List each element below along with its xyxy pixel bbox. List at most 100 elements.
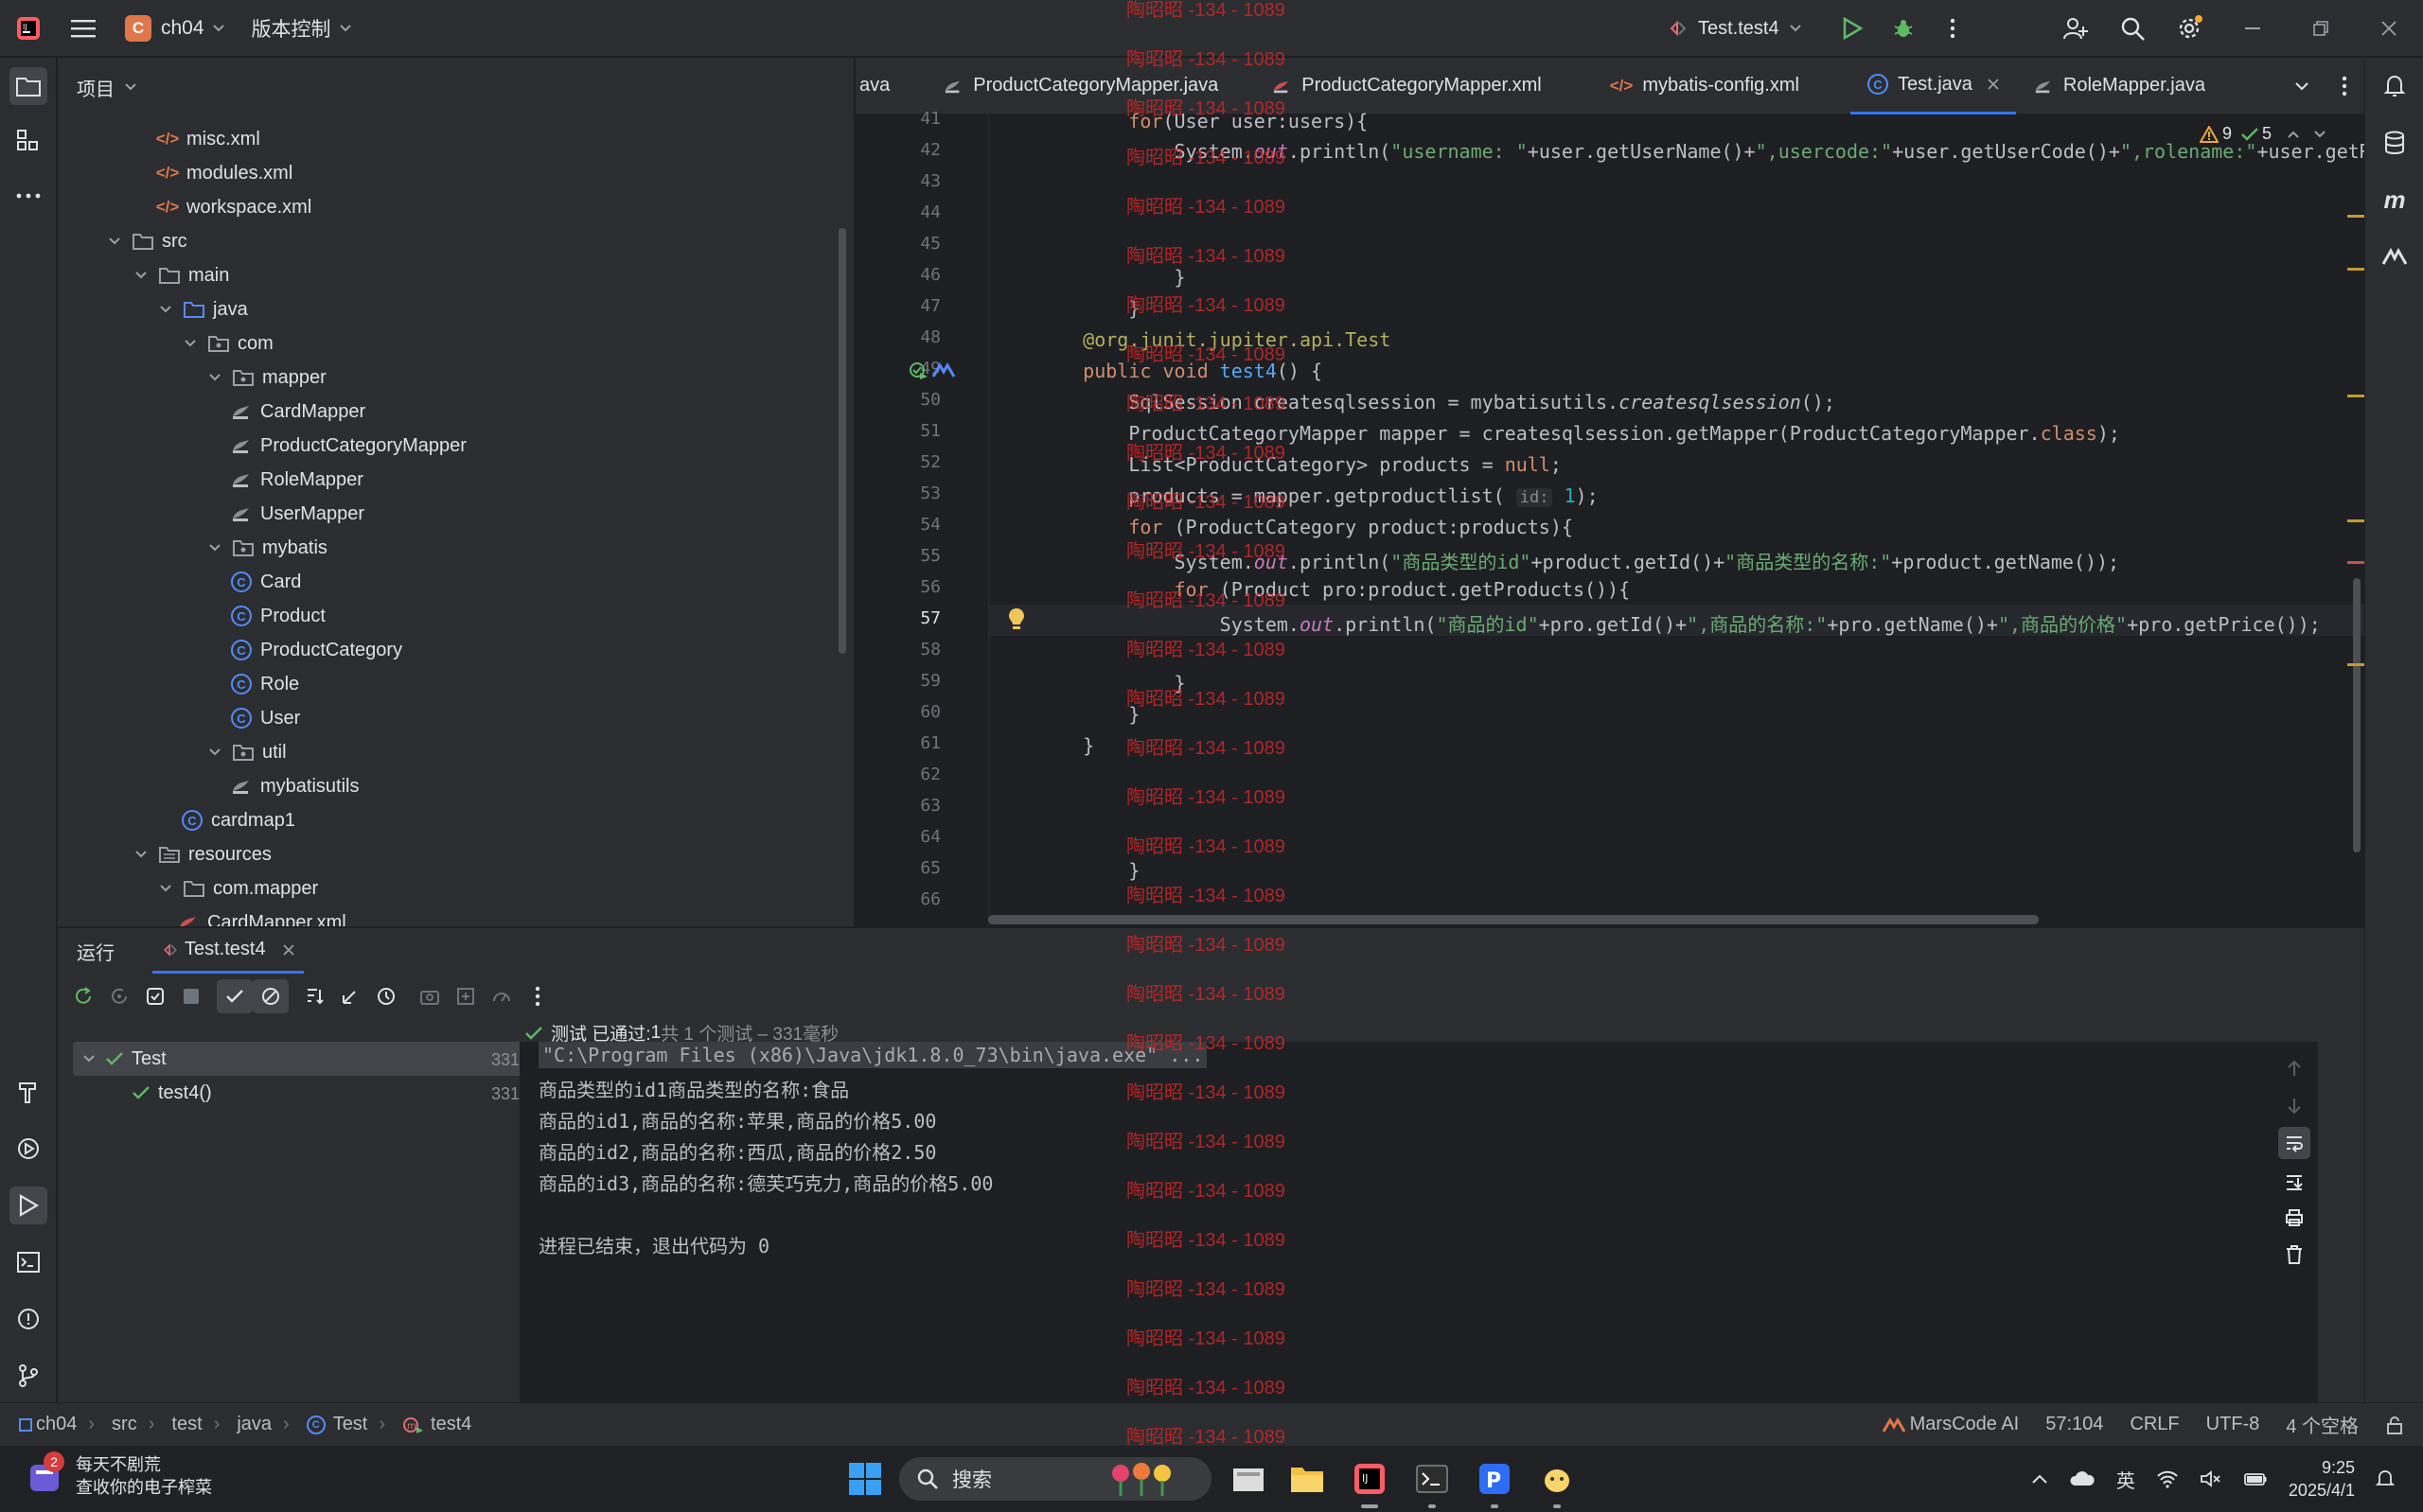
chevron-down-icon[interactable] bbox=[205, 543, 224, 553]
soft-wrap-icon[interactable] bbox=[2278, 1127, 2310, 1159]
editor-tab-test-java[interactable]: C Test.java bbox=[1849, 58, 2016, 114]
main-menu-icon[interactable] bbox=[57, 0, 110, 57]
test-method-row[interactable]: test4() 331毫秒 bbox=[73, 1076, 561, 1110]
lock-icon[interactable] bbox=[2385, 1415, 2404, 1434]
line-ending[interactable]: CRLF bbox=[2130, 1414, 2179, 1435]
show-ignored-icon[interactable] bbox=[253, 979, 289, 1013]
caret-position[interactable]: 57:104 bbox=[2045, 1414, 2103, 1435]
code-line-65[interactable]: } bbox=[1037, 859, 1140, 882]
run-test-gutter-icon[interactable] bbox=[909, 360, 929, 380]
code-line-46[interactable]: } bbox=[1037, 266, 1185, 289]
code-line-49[interactable]: public void test4() { bbox=[1037, 360, 1322, 382]
tabs-more-icon[interactable] bbox=[2342, 58, 2347, 114]
toggle-auto-test-icon[interactable] bbox=[137, 979, 173, 1013]
show-passed-icon[interactable] bbox=[217, 979, 253, 1013]
more-actions-icon[interactable] bbox=[1929, 0, 1976, 57]
tree-item-mybatisutils[interactable]: mybatisutils bbox=[230, 769, 359, 803]
test-history-icon[interactable] bbox=[368, 979, 404, 1013]
windows-start-icon[interactable] bbox=[843, 1457, 887, 1501]
coverage-icon[interactable] bbox=[484, 979, 520, 1013]
stop-icon[interactable] bbox=[173, 979, 209, 1013]
tree-item-mybatis[interactable]: mybatis bbox=[205, 531, 327, 565]
tree-item-workspace-xml[interactable]: </> workspace.xml bbox=[156, 190, 312, 224]
tree-item-cardmapper-xml[interactable]: CardMapper.xml bbox=[177, 905, 346, 926]
chevron-down-icon[interactable] bbox=[181, 339, 200, 348]
tree-item-productcategorymapper[interactable]: ProductCategoryMapper bbox=[230, 429, 467, 463]
code-line-50[interactable]: SqlSession createsqlsession = mybatisuti… bbox=[1037, 391, 1835, 413]
close-tab-icon[interactable] bbox=[283, 943, 294, 956]
code-line-48[interactable]: @org.junit.jupiter.api.Test bbox=[1037, 328, 1390, 351]
marscode-status[interactable]: MarsCode AI bbox=[1882, 1414, 2019, 1435]
file-explorer-app-icon[interactable] bbox=[1227, 1457, 1270, 1501]
sort-alpha-icon[interactable] bbox=[296, 979, 332, 1013]
test-suite-row[interactable]: Test 331毫秒 bbox=[73, 1042, 561, 1076]
rerun-icon[interactable] bbox=[65, 979, 101, 1013]
breadcrumb-class[interactable]: C Test bbox=[306, 1414, 367, 1435]
warning-marker[interactable] bbox=[2347, 215, 2364, 218]
chevron-down-icon[interactable] bbox=[205, 747, 224, 757]
settings-icon[interactable] bbox=[2166, 0, 2213, 57]
run-tool-icon[interactable] bbox=[9, 1187, 47, 1224]
code-line-41[interactable]: for(User user:users){ bbox=[1037, 110, 1368, 132]
battery-icon[interactable] bbox=[2243, 1470, 2268, 1487]
export-icon[interactable] bbox=[448, 979, 484, 1013]
tree-item-card[interactable]: C Card bbox=[230, 565, 301, 599]
chevron-down-icon[interactable] bbox=[132, 850, 150, 859]
down-arrow-icon[interactable] bbox=[2286, 1097, 2303, 1116]
ime-indicator[interactable]: 英 bbox=[2116, 1466, 2135, 1493]
editor-vertical-scrollbar[interactable] bbox=[2353, 578, 2361, 853]
tree-item-com-mapper[interactable]: com.mapper bbox=[156, 871, 318, 905]
code-line-52[interactable]: List<ProductCategory> products = null; bbox=[1037, 453, 1562, 476]
editor-tab-ava[interactable]: ava bbox=[856, 58, 907, 114]
code-line-47[interactable]: } bbox=[1037, 297, 1140, 320]
warning-marker[interactable] bbox=[2347, 395, 2364, 397]
warning-marker[interactable] bbox=[2347, 268, 2364, 271]
folder-app-icon[interactable] bbox=[1285, 1457, 1329, 1501]
pycharm-app-icon[interactable]: P bbox=[1473, 1457, 1516, 1508]
run-configuration[interactable]: Test.test4 bbox=[1668, 0, 1976, 57]
chevron-up-icon[interactable] bbox=[2031, 1473, 2048, 1485]
breadcrumb-src[interactable]: src bbox=[112, 1414, 137, 1435]
lightbulb-icon[interactable] bbox=[1007, 607, 1026, 631]
code-line-55[interactable]: System.out.println("商品类型的id"+product.get… bbox=[1037, 547, 2119, 574]
chevron-down-icon[interactable] bbox=[156, 305, 175, 314]
tree-item-java[interactable]: java bbox=[156, 292, 248, 326]
editor-tab-productcategorymapper-xml[interactable]: ProductCategoryMapper.xml bbox=[1254, 58, 1558, 114]
tree-item-usermapper[interactable]: UserMapper bbox=[230, 497, 364, 531]
project-switcher[interactable]: C ch04 bbox=[117, 0, 233, 57]
trash-icon[interactable] bbox=[2285, 1244, 2304, 1265]
code-line-61[interactable]: } bbox=[1037, 734, 1094, 757]
code-line-54[interactable]: for (ProductCategory product:products){ bbox=[1037, 516, 1573, 538]
rerun-failed-icon[interactable] bbox=[101, 979, 137, 1013]
code-line-42[interactable]: System.out.println("username: "+user.get… bbox=[1037, 140, 2364, 163]
project-scrollbar[interactable] bbox=[839, 228, 846, 654]
problems-icon[interactable] bbox=[9, 1300, 47, 1338]
tree-item-src[interactable]: src bbox=[105, 224, 187, 258]
notifications-bell-icon[interactable] bbox=[2376, 1468, 2395, 1489]
editor-tab-mybatis-config-xml[interactable]: </> mybatis-config.xml bbox=[1593, 58, 1816, 114]
tree-item-misc-xml[interactable]: </> misc.xml bbox=[156, 122, 260, 156]
code-line-53[interactable]: products = mapper.getproductlist( id: 1)… bbox=[1037, 484, 1599, 507]
editor-tab-rolemapper-java[interactable]: RoleMapper.java bbox=[2016, 58, 2222, 114]
close-icon[interactable] bbox=[2355, 0, 2423, 57]
marscode-gutter-icon[interactable] bbox=[931, 361, 956, 378]
project-folder-icon[interactable] bbox=[9, 67, 47, 105]
chevron-down-icon[interactable] bbox=[105, 237, 124, 246]
tree-item-role[interactable]: C Role bbox=[230, 667, 299, 701]
up-arrow-icon[interactable] bbox=[2286, 1059, 2303, 1078]
maven-icon[interactable]: m bbox=[2376, 181, 2414, 219]
screenshot-icon[interactable] bbox=[412, 979, 448, 1013]
tree-item-mapper[interactable]: mapper bbox=[205, 360, 327, 395]
warning-marker[interactable] bbox=[2347, 663, 2364, 666]
tree-item-product[interactable]: C Product bbox=[230, 599, 326, 633]
editor-tab-productcategorymapper-java[interactable]: ProductCategoryMapper.java bbox=[926, 58, 1235, 114]
marscode-icon[interactable] bbox=[2376, 237, 2414, 275]
debug-icon[interactable] bbox=[1878, 0, 1929, 57]
chat-app-icon[interactable] bbox=[1535, 1457, 1579, 1508]
taskbar-search[interactable]: 搜索 bbox=[899, 1457, 1212, 1501]
clock[interactable]: 9:25 2025/4/1 bbox=[2289, 1456, 2355, 1502]
build-icon[interactable] bbox=[9, 1073, 47, 1111]
chevron-down-icon[interactable] bbox=[132, 271, 150, 280]
code-line-60[interactable]: } bbox=[1037, 703, 1140, 726]
tree-item-user[interactable]: C User bbox=[230, 701, 300, 735]
